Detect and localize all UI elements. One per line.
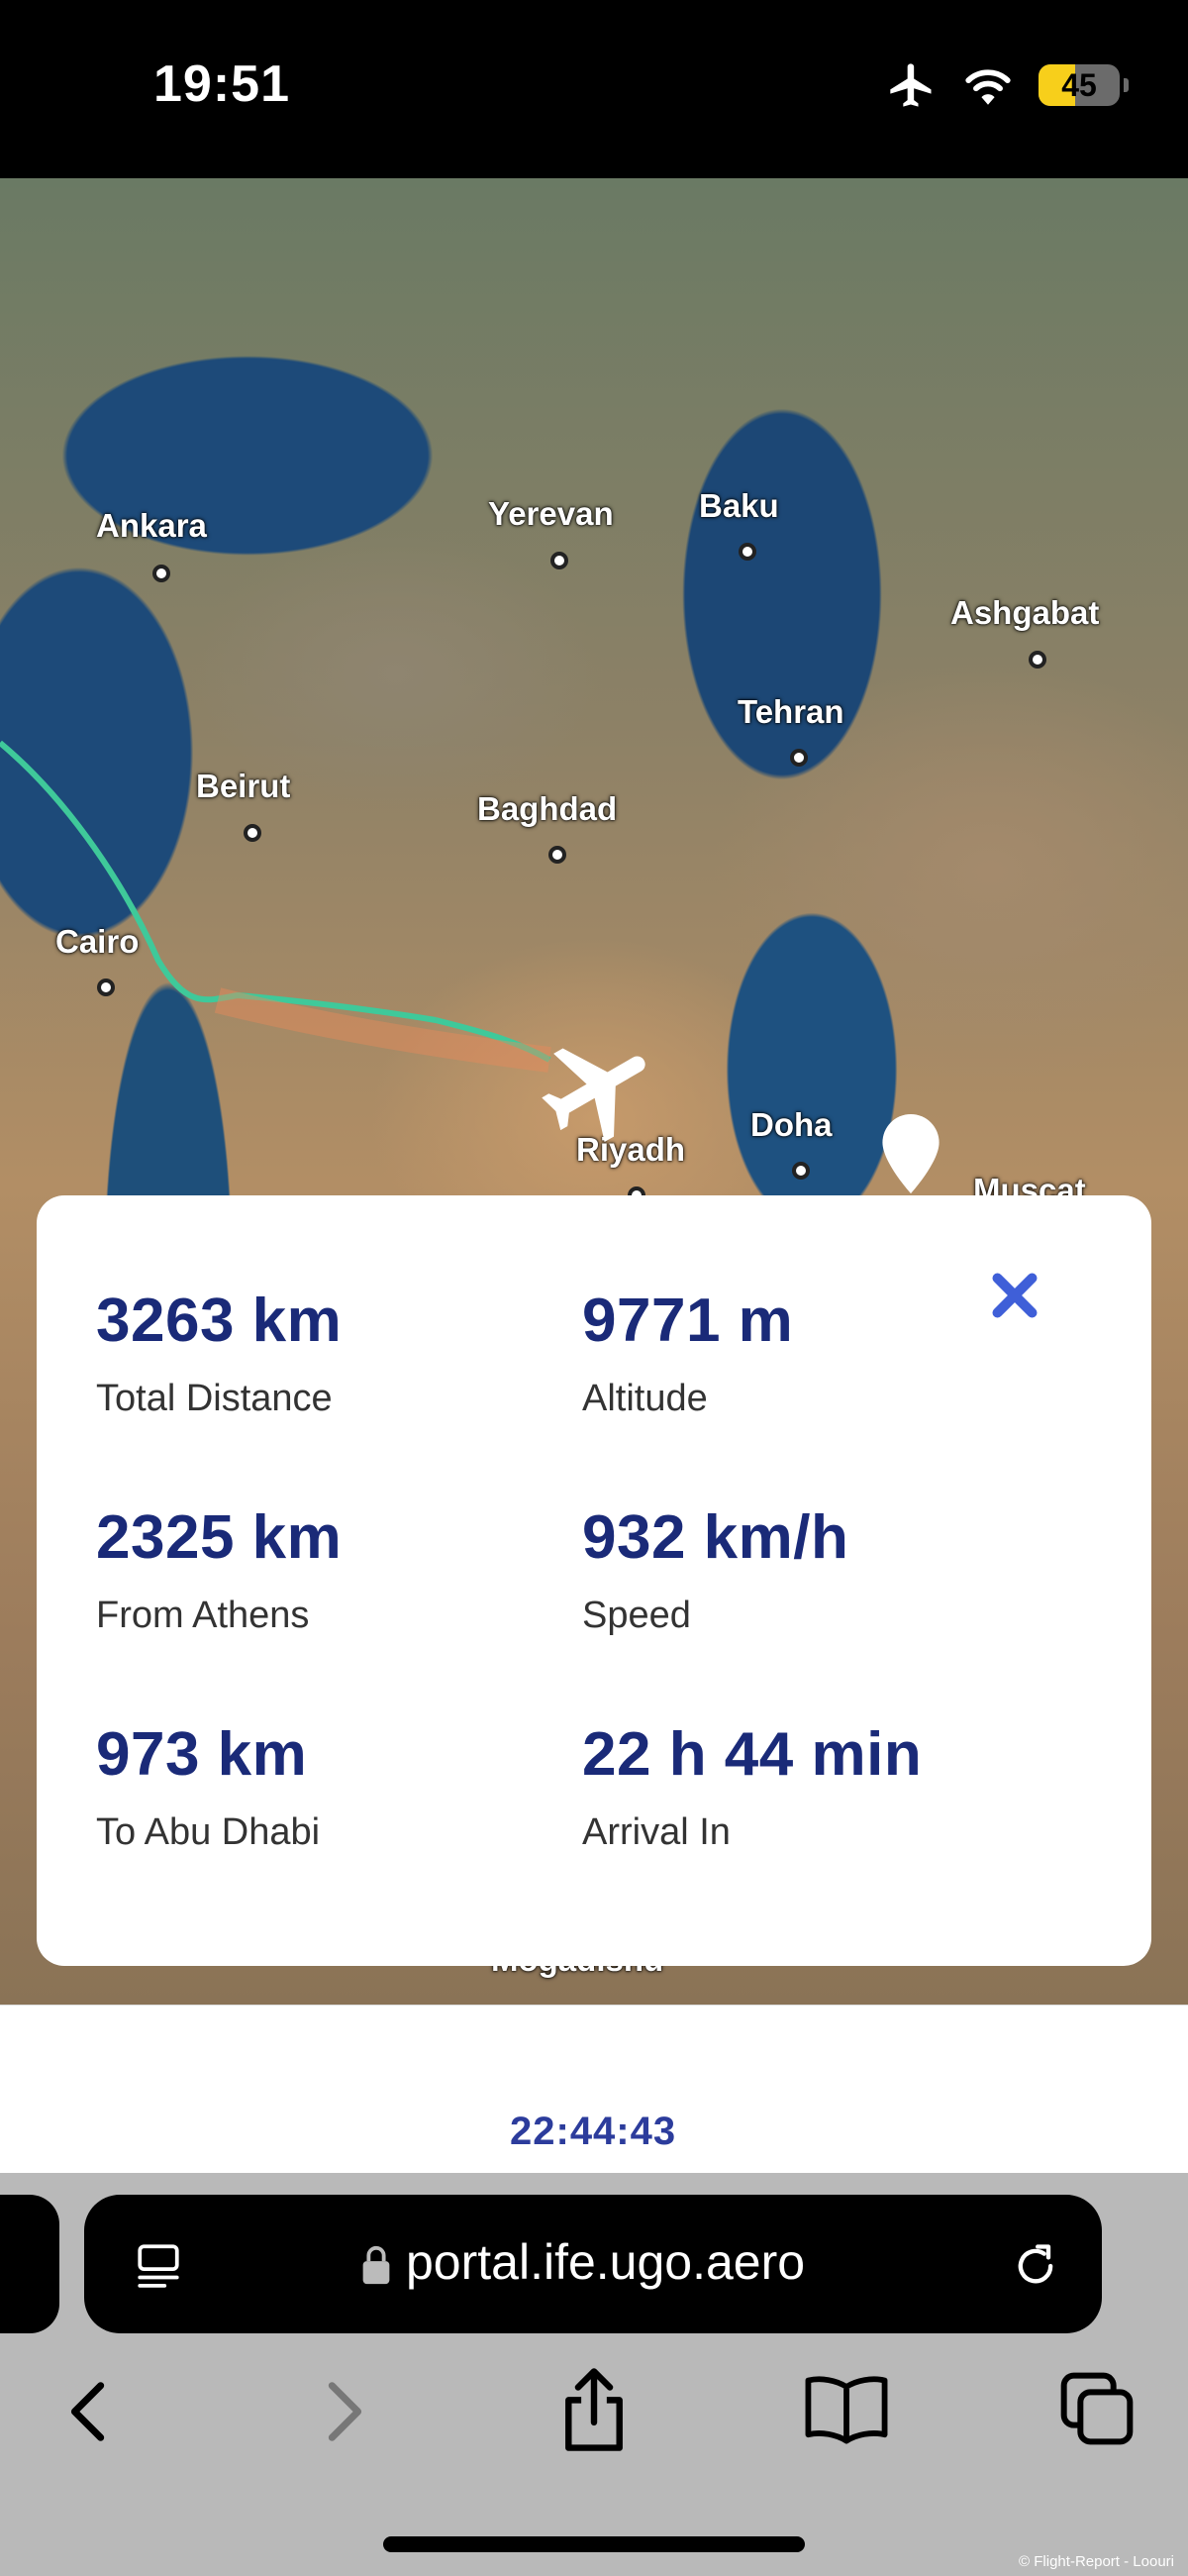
city-label: Baghdad	[477, 790, 618, 827]
stat-label: Altitude	[582, 1378, 708, 1419]
share-icon[interactable]	[554, 2365, 634, 2454]
city-label: Ankara	[96, 507, 207, 544]
city-label: Ashgabat	[950, 594, 1100, 631]
city-dot	[739, 543, 756, 561]
status-bar: 19:51 45	[0, 0, 1188, 178]
stat-to-destination: 973 km To Abu Dhabi	[96, 1719, 320, 1854]
city-label: Doha	[750, 1106, 833, 1143]
city-dot	[1029, 651, 1046, 669]
stat-from-origin: 2325 km From Athens	[96, 1502, 342, 1637]
stat-value: 22 h 44 min	[582, 1720, 923, 1789]
stat-label: Speed	[582, 1595, 691, 1636]
stat-label: To Abu Dhabi	[96, 1811, 321, 1853]
city-dot	[550, 552, 568, 569]
city-label: Beirut	[196, 768, 291, 804]
stat-total-distance: 3263 km Total Distance	[96, 1286, 342, 1420]
city-dot	[244, 824, 261, 842]
city-dot	[792, 1162, 810, 1180]
city-label: Tehran	[738, 693, 844, 730]
city-label: Baku	[699, 487, 779, 524]
close-icon[interactable]	[985, 1266, 1044, 1325]
airplane-mode-icon	[890, 63, 932, 107]
city-dot	[152, 565, 170, 582]
stat-value: 3263 km	[96, 1287, 343, 1355]
destination-pin-icon[interactable]	[876, 1114, 945, 1193]
stat-altitude: 9771 m Altitude	[582, 1286, 793, 1420]
city-dot	[97, 979, 115, 996]
lock-icon	[362, 2245, 390, 2285]
status-icons: 45	[886, 59, 1129, 111]
stat-value: 973 km	[96, 1720, 308, 1789]
city-dot	[548, 846, 566, 864]
aircraft-position-icon[interactable]	[535, 1025, 663, 1154]
url-text: portal.ife.ugo.aero	[406, 2234, 806, 2290]
city-dot	[790, 749, 808, 767]
bookmarks-icon[interactable]	[802, 2372, 891, 2446]
battery-tip	[1124, 78, 1129, 92]
previous-tab[interactable]	[0, 2195, 59, 2333]
stat-value: 9771 m	[582, 1287, 794, 1355]
copyright-watermark: © Flight-Report - Loouri	[1019, 2553, 1174, 2570]
back-icon[interactable]	[64, 2377, 114, 2446]
stat-label: Arrival In	[582, 1811, 731, 1853]
forward-icon[interactable]	[319, 2377, 368, 2446]
tabs-icon[interactable]	[1057, 2369, 1137, 2448]
stat-speed: 932 km/h Speed	[582, 1502, 848, 1637]
city-label: Yerevan	[488, 495, 614, 532]
battery-level: 45	[1061, 66, 1097, 103]
reader-icon[interactable]	[134, 2240, 183, 2290]
stat-label: Total Distance	[96, 1378, 333, 1419]
reload-icon[interactable]	[1010, 2240, 1061, 2292]
home-indicator	[383, 2536, 805, 2552]
wifi-icon	[965, 69, 1011, 105]
stat-value: 2325 km	[96, 1503, 343, 1572]
city-label: Cairo	[55, 923, 140, 960]
stat-arrival-in: 22 h 44 min Arrival In	[582, 1719, 922, 1854]
stat-value: 932 km/h	[582, 1503, 849, 1572]
flight-timer: 22:44:43	[510, 2110, 677, 2153]
status-time: 19:51	[153, 55, 290, 113]
battery-indicator: 45	[1039, 64, 1120, 106]
stat-label: From Athens	[96, 1595, 310, 1636]
